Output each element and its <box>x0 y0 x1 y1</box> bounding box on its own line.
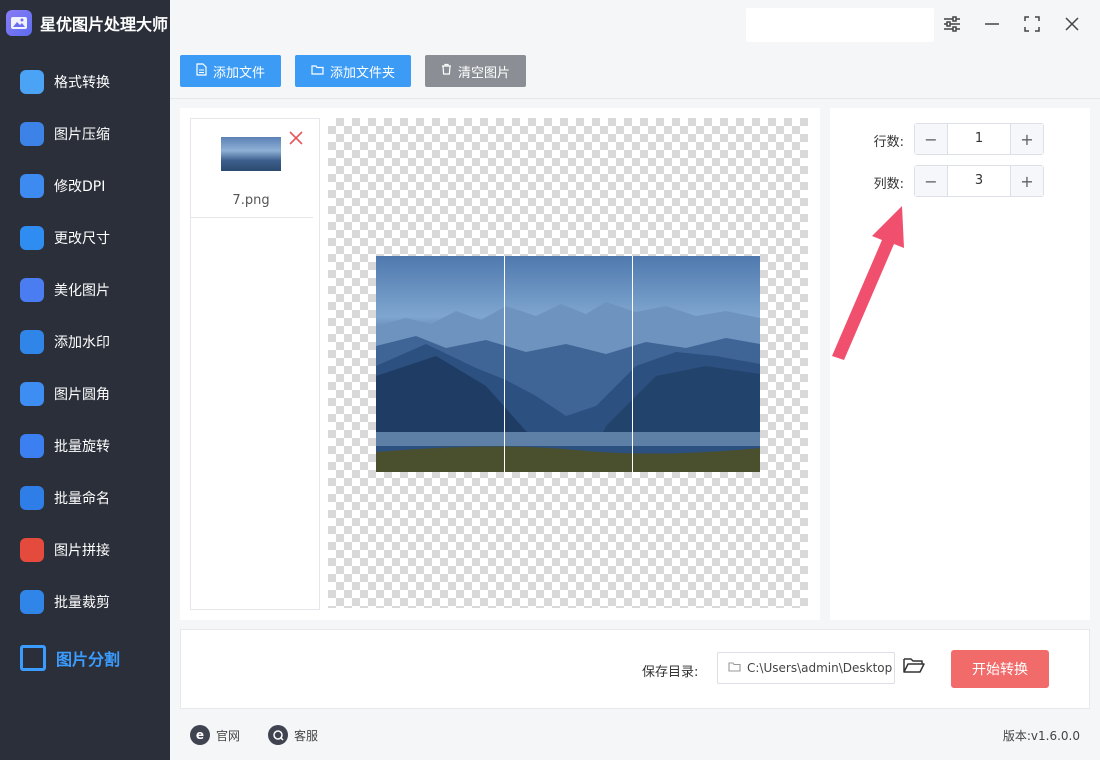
sidebar-item-1[interactable]: 图片压缩 <box>0 108 170 160</box>
support-link[interactable]: 客服 <box>268 725 318 745</box>
sidebar-item-label: 图片分割 <box>56 650 121 669</box>
columns-setting: 列数: − 3 + <box>830 165 1090 197</box>
file-icon <box>196 62 207 80</box>
trash-icon <box>441 63 452 79</box>
sidebar-item-9[interactable]: 图片拼接 <box>0 524 170 576</box>
app-logo-icon <box>6 10 32 36</box>
start-convert-button[interactable]: 开始转换 <box>951 650 1049 688</box>
rows-setting: 行数: − 1 + <box>830 123 1090 155</box>
sidebar-item-8[interactable]: 批量命名 <box>0 472 170 524</box>
resize-icon <box>20 226 44 250</box>
sidebar-item-label: 批量旋转 <box>54 439 110 455</box>
rows-stepper: − 1 + <box>914 123 1044 155</box>
sidebar-item-11[interactable]: 图片分割 <box>0 632 170 684</box>
version-label: 版本:v1.6.0.0 <box>1002 729 1080 743</box>
sidebar-item-label: 添加水印 <box>54 335 110 351</box>
crop-icon <box>20 590 44 614</box>
add-file-label: 添加文件 <box>213 65 266 81</box>
rounded-corner-icon <box>20 382 44 406</box>
beautify-icon <box>20 278 44 302</box>
image-convert-icon <box>20 70 44 94</box>
columns-value[interactable]: 3 <box>948 166 1010 196</box>
sidebar-item-label: 图片拼接 <box>54 543 110 559</box>
settings-sliders-icon[interactable] <box>940 12 964 36</box>
columns-stepper: − 3 + <box>914 165 1044 197</box>
columns-increment-button[interactable]: + <box>1010 166 1043 196</box>
sidebar-item-label: 格式转换 <box>54 75 110 91</box>
clear-images-label: 清空图片 <box>458 65 511 81</box>
rows-value[interactable]: 1 <box>948 124 1010 154</box>
maximize-icon[interactable] <box>1020 12 1044 36</box>
clear-images-button[interactable]: 清空图片 <box>425 55 527 87</box>
save-path-field[interactable]: C:\Users\admin\Desktop <box>717 652 895 684</box>
file-list: 7.png <box>190 118 320 610</box>
dpi-icon <box>20 174 44 198</box>
save-directory-label: 保存目录: <box>642 665 699 680</box>
sidebar-item-label: 图片压缩 <box>54 127 110 143</box>
add-file-button[interactable]: 添加文件 <box>180 55 282 87</box>
sidebar-nav: 格式转换图片压缩修改DPI 更改尺寸美化图片添加水印图片圆角批量旋转批量命名图片拼… <box>0 56 170 684</box>
browse-folder-icon[interactable] <box>903 656 927 680</box>
rows-label: 行数: <box>873 135 904 150</box>
rename-icon <box>20 486 44 510</box>
file-name: 7.png <box>232 193 270 208</box>
sidebar-item-4[interactable]: 美化图片 <box>0 264 170 316</box>
app-title: 星优图片处理大师 <box>6 8 168 38</box>
file-card[interactable]: 7.png <box>191 119 313 218</box>
sidebar-item-10[interactable]: 批量裁剪 <box>0 576 170 628</box>
rows-decrement-button[interactable]: − <box>915 124 948 154</box>
image-compress-icon <box>20 122 44 146</box>
file-thumbnail <box>221 137 281 171</box>
main-area: 添加文件 添加文件夹 清空图片 7.png 行数: − 1 + 列数: − 3 … <box>170 0 1100 760</box>
sidebar-item-5[interactable]: 添加水印 <box>0 316 170 368</box>
settings-panel: 行数: − 1 + 列数: − 3 + <box>830 108 1090 620</box>
sidebar-item-6[interactable]: 图片圆角 <box>0 368 170 420</box>
app-title-text: 星优图片处理大师 <box>40 15 169 34</box>
sidebar-item-label: 批量裁剪 <box>54 595 110 611</box>
title-search-box[interactable] <box>746 8 934 42</box>
sidebar-item-label: 图片圆角 <box>54 387 110 403</box>
output-bar: 保存目录: C:\Users\admin\Desktop 开始转换 <box>180 629 1090 709</box>
close-icon[interactable] <box>1060 12 1084 36</box>
save-path-text: C:\Users\admin\Desktop <box>747 661 893 675</box>
stitch-icon <box>20 538 44 562</box>
sidebar-item-label: 批量命名 <box>54 491 110 507</box>
split-guide-line <box>632 256 633 472</box>
columns-decrement-button[interactable]: − <box>915 166 948 196</box>
sidebar-item-label: 美化图片 <box>54 283 110 299</box>
website-link[interactable]: e 官网 <box>190 725 240 745</box>
website-icon: e <box>190 725 210 745</box>
minimize-icon[interactable] <box>980 12 1004 36</box>
folder-icon <box>311 64 324 79</box>
sidebar-item-3[interactable]: 更改尺寸 <box>0 212 170 264</box>
add-folder-label: 添加文件夹 <box>330 65 396 81</box>
toolbar: 添加文件 添加文件夹 清空图片 <box>180 55 527 87</box>
pointer-arrow-icon <box>832 206 904 360</box>
remove-file-icon[interactable] <box>289 129 303 150</box>
website-label: 官网 <box>216 728 241 743</box>
split-guide-line <box>504 256 505 472</box>
support-label: 客服 <box>294 728 319 743</box>
sidebar-item-label: 修改DPI <box>54 179 106 195</box>
columns-label: 列数: <box>873 177 904 192</box>
sidebar-item-2[interactable]: 修改DPI <box>0 160 170 212</box>
rotate-icon <box>20 434 44 458</box>
watermark-icon <box>20 330 44 354</box>
image-preview <box>328 118 808 608</box>
folder-outline-icon <box>728 661 741 676</box>
rows-increment-button[interactable]: + <box>1010 124 1043 154</box>
sidebar-item-label: 更改尺寸 <box>54 231 110 247</box>
chat-support-icon <box>268 725 288 745</box>
sidebar-item-7[interactable]: 批量旋转 <box>0 420 170 472</box>
sidebar: 星优图片处理大师 格式转换图片压缩修改DPI 更改尺寸美化图片添加水印图片圆角批量… <box>0 0 170 760</box>
mountain-landscape <box>376 302 760 472</box>
sidebar-item-0[interactable]: 格式转换 <box>0 56 170 108</box>
toolbar-divider <box>170 98 1100 99</box>
preview-photo <box>376 256 760 472</box>
add-folder-button[interactable]: 添加文件夹 <box>295 55 412 87</box>
workspace-panel: 7.png <box>180 108 820 620</box>
split-icon <box>20 645 46 671</box>
